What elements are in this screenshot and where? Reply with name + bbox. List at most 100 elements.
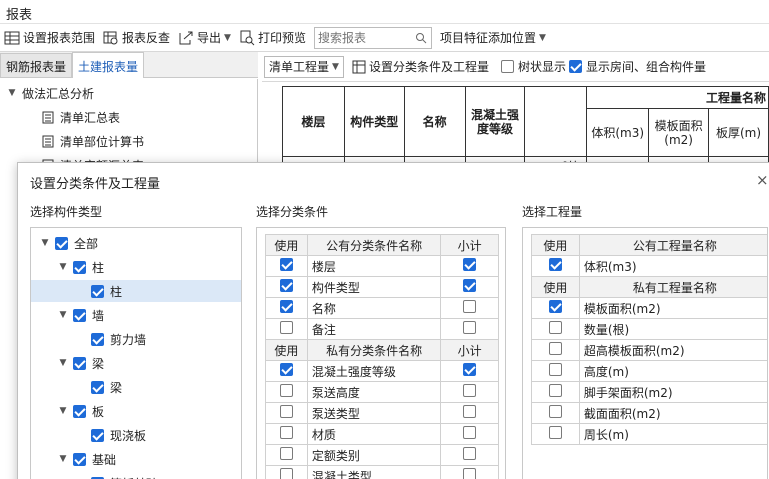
use-checkbox[interactable] (279, 405, 293, 418)
tab-rebar-report[interactable]: 钢筋报表量 (0, 53, 73, 77)
tree-display-toggle[interactable]: 树状显示 (500, 58, 566, 75)
tree-node-summary-analysis[interactable]: ▼ 做法汇总分析 (6, 82, 94, 104)
component-tree-node[interactable]: 柱 (31, 280, 241, 302)
component-checkbox[interactable] (91, 380, 104, 394)
tree-item-list-location-calc[interactable]: 清单部位计算书 (42, 130, 144, 152)
chevron-down-icon[interactable]: ▼ (57, 310, 69, 320)
use-checkbox[interactable] (279, 300, 293, 313)
chevron-down-icon[interactable]: ▼ (57, 358, 69, 368)
tree-item-list-summary[interactable]: 清单汇总表 (42, 106, 120, 128)
chevron-down-icon[interactable]: ▼ (57, 262, 69, 272)
report-reverse-check-button[interactable]: 报表反查 (99, 26, 174, 50)
component-checkbox[interactable] (73, 356, 86, 370)
show-rooms-toggle[interactable]: 显示房间、组合构件量 (568, 58, 706, 75)
use-checkbox[interactable] (548, 258, 562, 271)
use-checkbox[interactable] (279, 279, 293, 292)
chevron-down-icon[interactable]: ▼ (57, 406, 69, 416)
subtotal-checkbox[interactable] (463, 279, 477, 292)
condition-row[interactable]: 混凝土强度等级 (265, 360, 499, 382)
condition-row[interactable]: 构件类型 (265, 276, 499, 298)
condition-row[interactable]: 泵送高度 (265, 381, 499, 403)
component-tree-node[interactable]: 现浇板 (75, 424, 146, 446)
component-tree-node[interactable]: ▼ 柱 (57, 256, 104, 278)
component-checkbox[interactable] (73, 308, 86, 322)
quantity-row[interactable]: 截面面积(m2) (531, 402, 767, 424)
use-checkbox[interactable] (548, 342, 562, 355)
show-rooms-checkbox[interactable] (568, 60, 582, 73)
feature-position-dropdown[interactable]: 项目特征添加位置 ▼ (436, 26, 550, 50)
close-icon[interactable]: × (756, 171, 769, 189)
condition-row[interactable]: 泵送类型 (265, 402, 499, 424)
condition-name: 混凝土强度等级 (306, 360, 442, 382)
tab-civil-report[interactable]: 土建报表量 (72, 52, 145, 78)
subtotal-checkbox[interactable] (463, 468, 477, 479)
quantity-row[interactable]: 超高模板面积(m2) (531, 339, 767, 361)
set-condition-button[interactable]: 设置分类条件及工程量 (348, 55, 493, 79)
subtotal-checkbox[interactable] (463, 321, 477, 334)
print-preview-icon (240, 30, 255, 45)
condition-name: 名称 (306, 297, 442, 319)
component-checkbox[interactable] (73, 404, 86, 418)
subtotal-checkbox[interactable] (463, 447, 477, 460)
condition-row[interactable]: 定额类别 (265, 444, 499, 466)
component-checkbox[interactable] (91, 428, 104, 442)
component-checkbox[interactable] (55, 236, 68, 250)
component-tree-node[interactable]: 梁 (75, 376, 122, 398)
use-checkbox[interactable] (548, 426, 562, 439)
component-tree-node[interactable]: ▼ 板 (57, 400, 104, 422)
use-checkbox[interactable] (279, 468, 293, 479)
condition-row[interactable]: 混凝土类型 (265, 465, 499, 479)
subtotal-checkbox[interactable] (463, 300, 477, 313)
condition-row[interactable]: 备注 (265, 318, 499, 340)
use-checkbox[interactable] (548, 363, 562, 376)
subtotal-checkbox[interactable] (463, 384, 477, 397)
use-checkbox[interactable] (279, 321, 293, 334)
component-checkbox[interactable] (91, 284, 104, 298)
search-icon[interactable] (415, 32, 427, 44)
report-search-input[interactable] (314, 27, 411, 48)
quantity-row[interactable]: 周长(m) (531, 423, 767, 445)
use-checkbox[interactable] (279, 258, 293, 271)
quantity-row[interactable]: 体积(m3) (531, 255, 767, 277)
condition-row[interactable]: 材质 (265, 423, 499, 445)
use-checkbox[interactable] (548, 321, 562, 334)
quantity-type-select[interactable]: 清单工程量 ▼ (264, 55, 344, 78)
use-checkbox[interactable] (548, 300, 562, 313)
component-tree-node[interactable]: ▼ 基础 (57, 448, 116, 470)
quantity-row[interactable]: 高度(m) (531, 360, 767, 382)
use-checkbox[interactable] (279, 426, 293, 439)
quantity-row[interactable]: 脚手架面积(m2) (531, 381, 767, 403)
quantity-row[interactable]: 模板面积(m2) (531, 297, 767, 319)
component-tree-node[interactable]: ▼ 墙 (57, 304, 104, 326)
subtotal-checkbox[interactable] (463, 405, 477, 418)
component-tree-node[interactable]: 剪力墙 (75, 328, 146, 350)
subtotal-checkbox[interactable] (463, 426, 477, 439)
tree-display-label: 树状显示 (517, 60, 566, 74)
component-checkbox[interactable] (73, 452, 86, 466)
component-tree-node[interactable]: 筏板基础 (75, 472, 158, 479)
tree-display-checkbox[interactable] (500, 60, 514, 73)
component-label: 板 (92, 404, 105, 419)
component-tree-node[interactable]: ▼ 梁 (57, 352, 104, 374)
subtotal-checkbox[interactable] (463, 258, 477, 271)
component-tree-node[interactable]: ▼ 全部 (39, 232, 98, 254)
use-checkbox[interactable] (279, 447, 293, 460)
condition-row[interactable]: 名称 (265, 297, 499, 319)
print-preview-button[interactable]: 打印预览 (235, 26, 310, 50)
quantity-header-row: 使用 公有工程量名称 (531, 234, 767, 256)
chevron-down-icon: ▼ (539, 32, 546, 43)
component-checkbox[interactable] (91, 332, 104, 346)
component-checkbox[interactable] (73, 260, 86, 274)
use-checkbox[interactable] (548, 384, 562, 397)
condition-row[interactable]: 楼层 (265, 255, 499, 277)
chevron-down-icon[interactable]: ▼ (39, 238, 51, 248)
report-search-box[interactable] (313, 26, 432, 49)
use-checkbox[interactable] (279, 384, 293, 397)
use-checkbox[interactable] (279, 363, 293, 376)
chevron-down-icon[interactable]: ▼ (57, 454, 69, 464)
set-report-range-button[interactable]: 设置报表范围 (0, 26, 99, 50)
use-checkbox[interactable] (548, 405, 562, 418)
subtotal-checkbox[interactable] (463, 363, 477, 376)
export-button[interactable]: 导出 ▼ (174, 26, 235, 50)
quantity-row[interactable]: 数量(根) (531, 318, 767, 340)
